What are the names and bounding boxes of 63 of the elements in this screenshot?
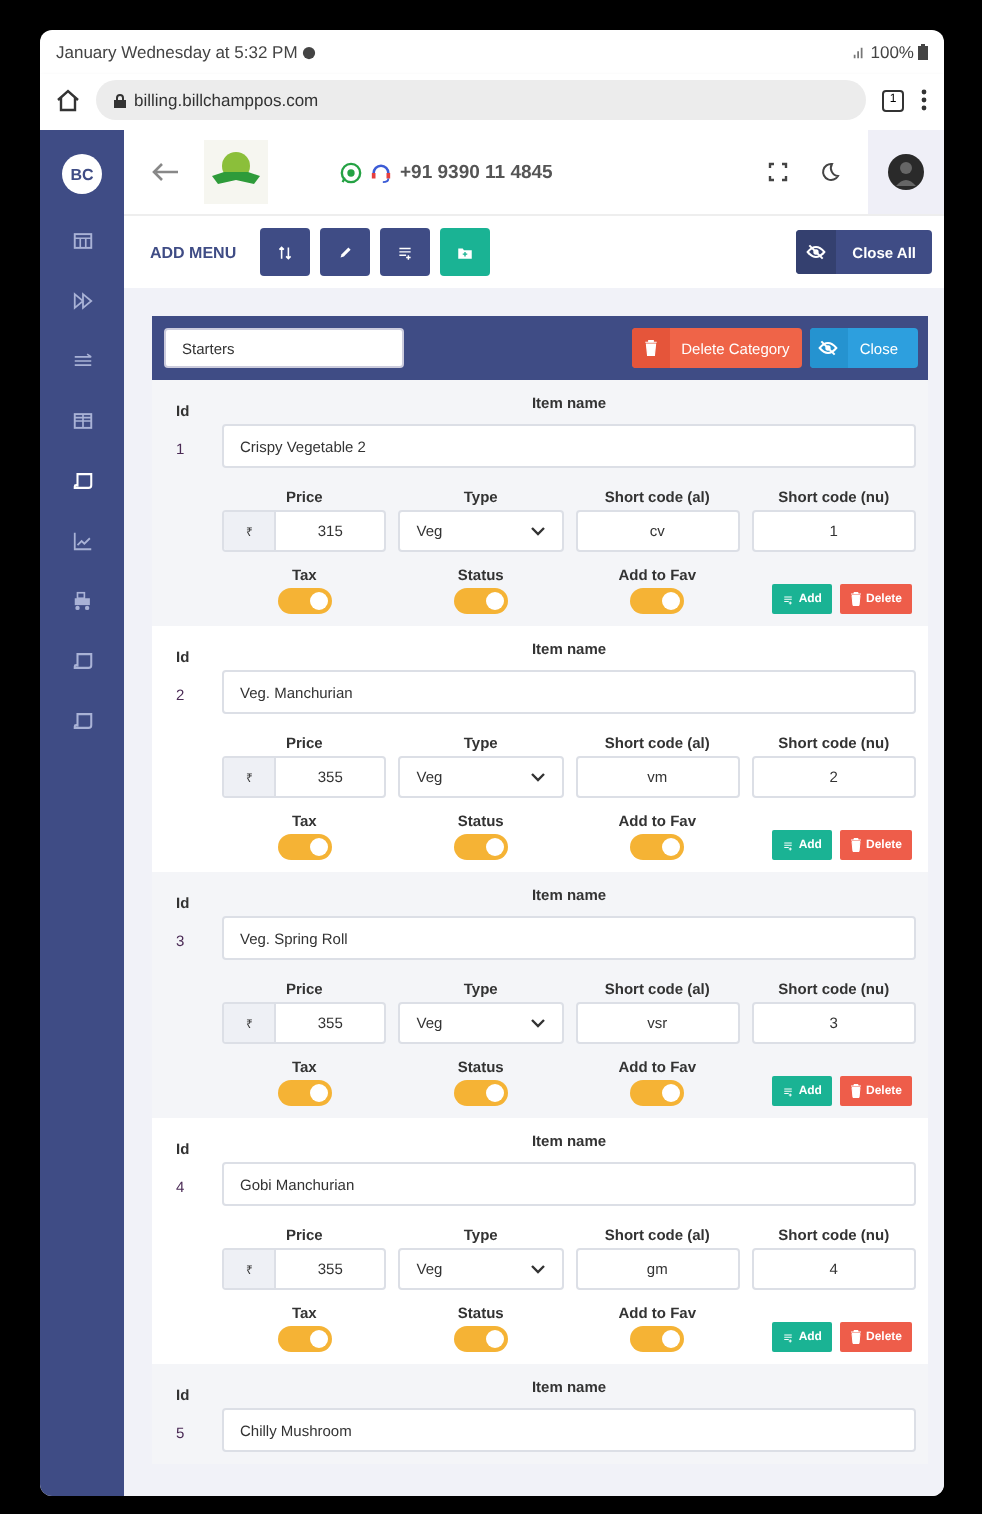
more-menu-icon[interactable] [920, 88, 928, 112]
toggle-switch[interactable] [453, 588, 508, 614]
list-button[interactable] [380, 228, 431, 276]
trash-icon [643, 340, 658, 356]
receipt-icon [71, 649, 93, 671]
pencil-button[interactable] [320, 228, 371, 276]
receipt-icon [71, 469, 93, 491]
whatsapp-icon[interactable] [340, 161, 362, 183]
toggle-switch[interactable] [453, 1326, 508, 1352]
toggle-switch[interactable] [453, 1080, 508, 1106]
phone-number: +91 9390 11 4845 [400, 161, 553, 183]
profile-avatar[interactable] [888, 154, 924, 190]
back-arrow-icon[interactable] [152, 162, 180, 182]
chevron-down-icon [529, 771, 545, 783]
receipt-icon [71, 709, 93, 731]
sort-button[interactable] [260, 228, 311, 276]
eye-off-icon [806, 242, 827, 262]
notification-icon [301, 45, 316, 59]
toggle-switch[interactable] [630, 1080, 685, 1106]
list-icon [782, 839, 795, 851]
trash-icon [849, 838, 862, 852]
chevron-down-icon [529, 525, 545, 537]
list-icon [782, 1331, 795, 1343]
address-bar[interactable]: billing.billchamppos.com [96, 80, 866, 120]
toggle-switch[interactable] [277, 588, 332, 614]
trash-icon [849, 1330, 862, 1344]
battery-icon [918, 44, 928, 60]
toggle-switch[interactable] [277, 834, 332, 860]
battery-percent: 100% [870, 42, 914, 62]
list-icon [782, 593, 795, 605]
calendar-icon [71, 229, 93, 251]
lines-icon [71, 349, 93, 371]
line-chart-icon [71, 529, 93, 551]
list-icon [782, 1085, 795, 1097]
forklift-icon [71, 589, 93, 611]
trash-icon [849, 1084, 862, 1098]
chevron-down-icon [529, 1017, 545, 1029]
lock-icon [114, 93, 126, 107]
fullscreen-icon[interactable] [768, 162, 788, 182]
sort-icon [276, 243, 295, 261]
list-icon [396, 243, 415, 261]
toggle-switch[interactable] [630, 1326, 685, 1352]
moon-icon[interactable] [820, 162, 840, 182]
toggle-switch[interactable] [630, 834, 685, 860]
folder-icon [456, 243, 475, 261]
eye-off-icon [818, 338, 839, 358]
fast-forward-icon [71, 289, 93, 311]
avatar-badge[interactable]: BC [62, 154, 102, 194]
toggle-switch[interactable] [630, 588, 685, 614]
home-icon[interactable] [56, 88, 80, 112]
toggle-switch[interactable] [453, 834, 508, 860]
page-title: ADD MENU [150, 243, 237, 261]
signal-icon [852, 45, 867, 59]
table-icon [71, 409, 93, 431]
status-time: January Wednesday at 5:32 PM [56, 42, 298, 62]
folder-button[interactable] [440, 228, 491, 276]
trash-icon [849, 592, 862, 606]
toggle-switch[interactable] [277, 1080, 332, 1106]
logo-badge [204, 140, 268, 204]
toggle-switch[interactable] [277, 1326, 332, 1352]
pencil-icon [336, 243, 355, 261]
headset-icon[interactable] [370, 161, 392, 183]
chevron-down-icon [529, 1263, 545, 1275]
